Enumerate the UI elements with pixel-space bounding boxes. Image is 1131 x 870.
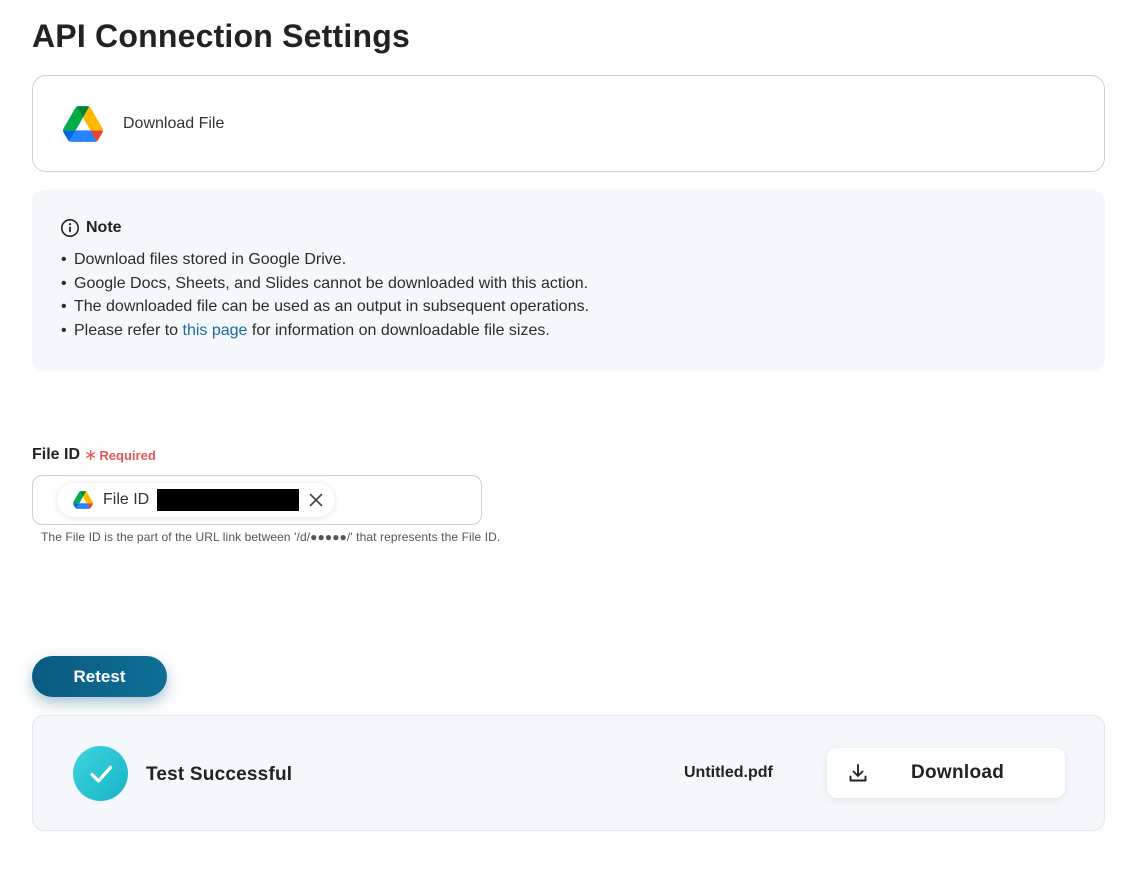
note-item-suffix: for information on downloadable file siz… (247, 321, 550, 339)
google-drive-icon (63, 105, 103, 142)
note-item: Google Docs, Sheets, and Slides cannot b… (60, 272, 1077, 296)
file-id-chip[interactable]: File ID (57, 483, 336, 517)
download-button[interactable]: Download (827, 748, 1065, 798)
field-label-text: File ID (32, 446, 81, 463)
note-list: Download files stored in Google Drive. G… (60, 248, 1077, 342)
file-id-input[interactable]: File ID (32, 475, 482, 525)
download-label: Download (911, 762, 1005, 783)
result-file-name: Untitled.pdf (684, 764, 773, 781)
test-result-panel: Test Successful Untitled.pdf Download (32, 715, 1105, 831)
action-card: Download File (32, 75, 1105, 172)
retest-button[interactable]: Retest (32, 656, 167, 697)
file-size-info-link[interactable]: this page (183, 322, 248, 339)
required-star: ∗ (84, 447, 98, 464)
note-item: Download files stored in Google Drive. (60, 248, 1077, 272)
google-drive-icon (73, 491, 93, 509)
redacted-value (157, 489, 300, 511)
note-item: The downloaded file can be used as an ou… (60, 295, 1077, 319)
note-box: Note Download files stored in Google Dri… (32, 190, 1105, 371)
download-icon (849, 764, 867, 782)
page-title: API Connection Settings (32, 18, 410, 54)
file-id-label: File ID ∗ Required (32, 445, 156, 465)
success-check-icon (73, 746, 128, 801)
note-title: Note (86, 219, 122, 236)
action-label: Download File (123, 114, 225, 132)
note-item-prefix: Please refer to (74, 321, 183, 339)
note-header: Note (60, 218, 1077, 238)
file-id-helper: The File ID is the part of the URL link … (41, 530, 501, 544)
info-icon (61, 219, 79, 237)
required-text: Required (99, 447, 156, 463)
chip-label: File ID (103, 491, 150, 508)
note-item: Please refer to this page for informatio… (60, 319, 1077, 343)
test-status: Test Successful (146, 764, 293, 785)
close-icon[interactable] (307, 491, 325, 509)
